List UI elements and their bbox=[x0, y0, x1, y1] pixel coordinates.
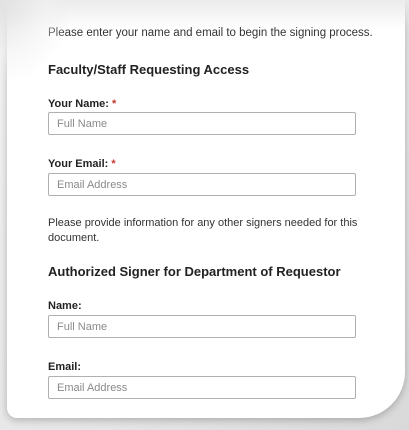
your-name-input[interactable] bbox=[48, 112, 356, 135]
your-name-label: Your Name: * bbox=[48, 98, 116, 110]
signer-email-input[interactable] bbox=[48, 376, 356, 399]
other-signers-text: Please provide information for any other… bbox=[48, 217, 358, 244]
required-asterisk: * bbox=[111, 98, 117, 110]
intro-text: Please enter your name and email to begi… bbox=[48, 27, 373, 39]
required-asterisk: * bbox=[111, 158, 116, 170]
your-email-input[interactable] bbox=[48, 173, 356, 196]
your-name-label-text: Your Name: bbox=[48, 98, 109, 110]
your-email-label: Your Email: * bbox=[48, 158, 116, 170]
signing-form-card: Please enter your name and email to begi… bbox=[7, 0, 405, 418]
your-email-label-text: Your Email: bbox=[48, 158, 109, 170]
signer-email-label: Email: bbox=[48, 361, 82, 373]
signer-name-input[interactable] bbox=[48, 315, 356, 338]
signer-name-label: Name: bbox=[48, 300, 82, 312]
requester-section-heading: Faculty/Staff Requesting Access bbox=[48, 62, 250, 77]
authorized-signer-section-heading: Authorized Signer for Department of Requ… bbox=[48, 264, 341, 279]
